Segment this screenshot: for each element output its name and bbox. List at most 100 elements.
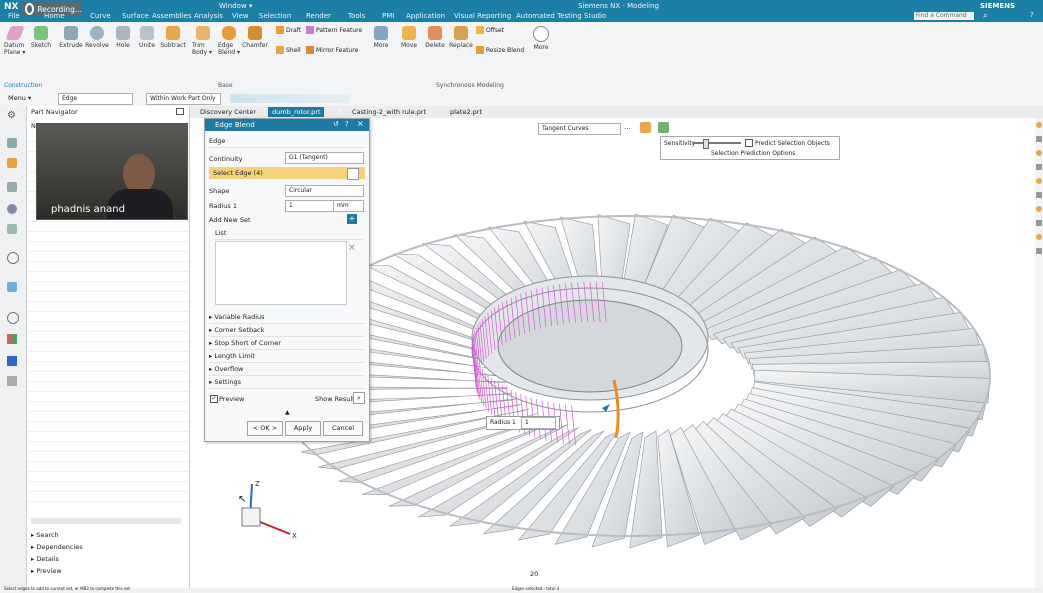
history-icon[interactable] [7, 252, 19, 264]
list-item[interactable] [27, 222, 189, 232]
tab-dumb-rotor[interactable]: dumb_rotor.prt [268, 107, 325, 117]
collapse-arrow-icon[interactable]: ▲ [285, 409, 290, 416]
list-item[interactable] [27, 272, 189, 282]
hole-button[interactable]: Hole [112, 26, 134, 49]
list-item[interactable] [27, 362, 189, 372]
tool-icon[interactable] [1036, 122, 1042, 128]
list-item[interactable] [27, 282, 189, 292]
subtract-button[interactable]: Subtract [160, 26, 186, 49]
tool-icon[interactable] [1036, 178, 1042, 184]
list-item[interactable] [27, 402, 189, 412]
list-header[interactable]: List [215, 227, 363, 240]
search-icon[interactable]: ⌕ [983, 11, 987, 21]
prediction-options-label[interactable]: Selection Prediction Options [711, 150, 795, 157]
section-dependencies[interactable]: ▸ Dependencies [31, 543, 83, 551]
list-item[interactable] [27, 432, 189, 442]
list-item[interactable] [27, 262, 189, 272]
list-item[interactable] [27, 382, 189, 392]
reuse-library-icon[interactable] [7, 182, 17, 192]
predict-checkbox[interactable] [745, 139, 753, 147]
section-overflow[interactable]: ▸ Overflow [209, 363, 365, 376]
web-browser-icon[interactable] [7, 224, 17, 234]
list-item[interactable] [27, 422, 189, 432]
hub-bore[interactable] [497, 299, 683, 393]
tool-icon[interactable] [1036, 234, 1042, 240]
help-icon[interactable]: ? [345, 120, 349, 128]
radius-unit-dropdown[interactable]: mm [333, 200, 364, 212]
tab-tools[interactable]: Tools [348, 12, 365, 20]
more-features-button[interactable]: More [370, 26, 392, 49]
replace-face-button[interactable]: Replace [449, 26, 473, 49]
app-logo[interactable]: NX [4, 2, 18, 12]
assembly-navigator-icon[interactable] [7, 158, 17, 168]
clock-icon[interactable] [7, 312, 19, 324]
datum-plane-button[interactable]: Datum Plane ▾ [4, 26, 26, 56]
help-icon[interactable]: ? [1030, 11, 1034, 19]
list-item[interactable] [27, 452, 189, 462]
radius-callout-input[interactable]: 1 [521, 417, 556, 429]
search-command-input[interactable]: Find a Command [914, 12, 974, 20]
snap-tools[interactable] [230, 94, 350, 103]
list-item[interactable] [27, 462, 189, 472]
tab-pmi[interactable]: PMI [382, 12, 394, 20]
tool-icon[interactable] [1036, 206, 1042, 212]
draft-button[interactable]: Draft [276, 26, 301, 34]
tab-automated-testing[interactable]: Automated Testing Studio [516, 12, 606, 20]
roles-icon[interactable] [7, 282, 17, 292]
tab-casting-2[interactable]: Casting-2_with rule.prt [348, 107, 430, 117]
list-item[interactable] [27, 292, 189, 302]
list-item[interactable] [27, 352, 189, 362]
list-item[interactable] [27, 472, 189, 482]
tab-home[interactable]: Home [44, 12, 65, 20]
radius-input[interactable]: 1 [285, 200, 334, 212]
tool-icon[interactable] [1036, 164, 1042, 170]
select-edge-step[interactable]: Select Edge (4) [209, 167, 365, 179]
show-result-button[interactable]: ⌕ [353, 392, 365, 404]
tab-application[interactable]: Application [406, 12, 445, 20]
tool-icon[interactable] [1036, 192, 1042, 198]
tools-icon[interactable] [7, 376, 17, 386]
selection-intent-icon[interactable] [640, 122, 651, 133]
visual-report-icon[interactable] [7, 334, 17, 344]
section-preview[interactable]: ▸ Preview [31, 567, 62, 575]
window-menu[interactable]: Window ▾ [219, 2, 252, 10]
list-item[interactable] [27, 312, 189, 322]
section-search[interactable]: ▸ Search [31, 531, 59, 539]
tab-render[interactable]: Render [306, 12, 331, 20]
tab-curve[interactable]: Curve [90, 12, 111, 20]
tab-discovery-center[interactable]: Discovery Center [196, 107, 260, 117]
analysis-icon[interactable] [7, 356, 17, 366]
delete-face-button[interactable]: Delete [424, 26, 446, 49]
close-icon[interactable]: × [357, 119, 364, 128]
hd3d-icon[interactable] [7, 204, 17, 214]
section-length-limit[interactable]: ▸ Length Limit [209, 350, 365, 363]
part-navigator-icon[interactable] [7, 138, 17, 148]
tool-icon[interactable] [1036, 150, 1042, 156]
list-item[interactable] [27, 392, 189, 402]
offset-region-button[interactable]: Offset [476, 26, 504, 34]
list-item[interactable] [27, 242, 189, 252]
list-item[interactable] [27, 442, 189, 452]
apply-button[interactable]: Apply [285, 421, 321, 436]
list-item[interactable] [27, 412, 189, 422]
unite-button[interactable]: Unite [136, 26, 158, 49]
tool-icon[interactable] [1036, 248, 1042, 254]
tab-visual-reporting[interactable]: Visual Reporting [454, 12, 511, 20]
cancel-button[interactable]: Cancel [323, 421, 363, 436]
ok-button[interactable]: < OK > [247, 421, 283, 436]
mirror-feature-button[interactable]: Mirror Feature [306, 46, 358, 54]
shape-dropdown[interactable]: Circular [285, 185, 364, 197]
sensitivity-slider[interactable] [693, 142, 741, 144]
pattern-feature-button[interactable]: Pattern Feature [306, 26, 362, 34]
shell-button[interactable]: Shell [276, 46, 301, 54]
list-item[interactable] [27, 492, 189, 502]
section-corner-setback[interactable]: ▸ Corner Setback [209, 324, 365, 337]
tab-assemblies[interactable]: Assemblies [152, 12, 192, 20]
list-item[interactable] [27, 372, 189, 382]
section-stop-short[interactable]: ▸ Stop Short of Corner [209, 337, 365, 350]
preview-checkbox[interactable]: ✓ [210, 395, 218, 403]
list-item[interactable] [27, 232, 189, 242]
list-item[interactable] [27, 322, 189, 332]
extrude-button[interactable]: Extrude [59, 26, 83, 49]
settings-gear-icon[interactable]: ⚙ [7, 110, 16, 121]
